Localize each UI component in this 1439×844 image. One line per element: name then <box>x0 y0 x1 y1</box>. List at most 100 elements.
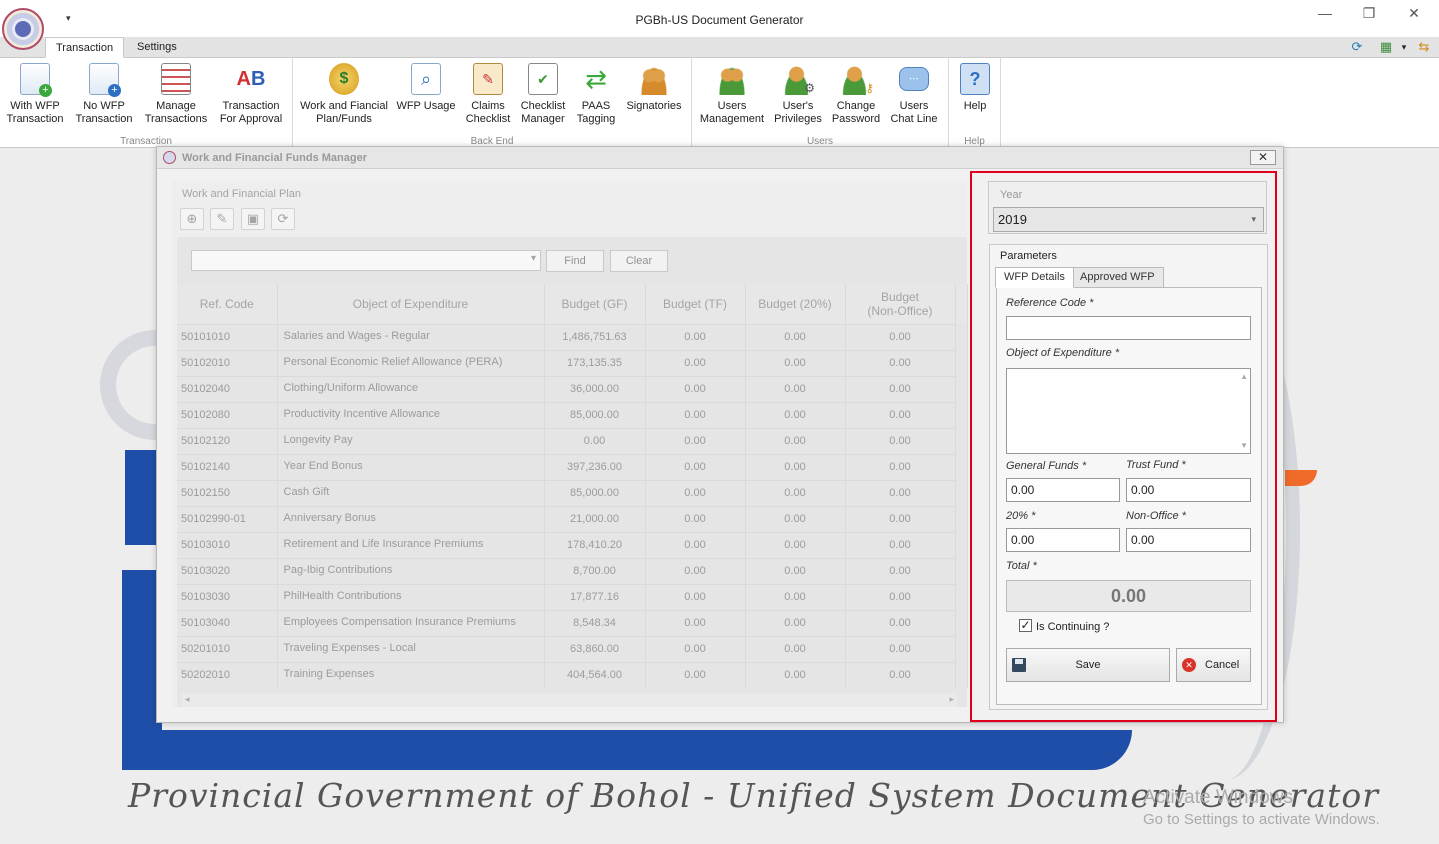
delete-button[interactable]: ▣ <box>241 208 265 230</box>
table-row[interactable]: 50102040 Clothing/Uniform Allowance 36,000… <box>177 375 968 402</box>
ribbon-group-transaction: + With WFP Transaction + No WFP Transact… <box>0 58 293 147</box>
year-select[interactable]: 2019 ▾ <box>993 207 1264 232</box>
manage-transactions-button[interactable]: Manage Transactions <box>142 61 210 126</box>
table-row[interactable]: 50102080 Productivity Incentive Allowance… <box>177 401 968 428</box>
tab-transaction[interactable]: Transaction <box>45 37 125 58</box>
users-chat-line-button[interactable]: ∙∙∙ Users Chat Line <box>886 61 942 126</box>
search-combo[interactable] <box>191 250 541 271</box>
horizontal-scrollbar[interactable]: ◂ ▸ <box>182 693 957 707</box>
table-cell: 50102080 <box>177 401 278 428</box>
parameters-group: Parameters WFP Details Approved WFP Refe… <box>989 244 1268 710</box>
claims-checklist-button[interactable]: ✎ Claims Checklist <box>461 61 515 126</box>
scrollbar-cell <box>955 506 968 532</box>
table-row[interactable]: 50102150 Cash Gift 85,000.00 0.00 0.00 0.00 <box>177 479 968 506</box>
tab-wfp-details[interactable]: WFP Details <box>995 267 1074 288</box>
add-button[interactable]: ⊕ <box>180 208 204 230</box>
table-row[interactable]: 50103040 Employees Compensation Insurance… <box>177 609 968 636</box>
column-header[interactable]: Budget (TF) <box>645 284 746 324</box>
table-row[interactable]: 50202010 Training Expenses 404,564.00 0.00 0… <box>177 661 968 688</box>
restore-button[interactable]: ❐ <box>1354 4 1384 24</box>
ribbon-button-label: Claims Checklist <box>465 100 511 125</box>
pct20-input[interactable]: 0.00 <box>1006 528 1120 552</box>
table-cell: 0.00 <box>645 479 746 506</box>
cancel-label: Cancel <box>1205 659 1240 671</box>
checklist-icon: ✔ <box>528 63 558 95</box>
transaction-for-approval-button[interactable]: AB Transaction For Approval <box>216 61 286 126</box>
refresh-skin-icon[interactable]: ⟳ <box>1349 39 1365 55</box>
table-row[interactable]: 50102140 Year End Bonus 397,236.00 0.00 0.00… <box>177 453 968 480</box>
scrollbar-cell <box>955 610 968 636</box>
activate-windows-watermark: Activate Windows Go to Settings to activ… <box>1143 787 1380 831</box>
close-button[interactable]: ✕ <box>1399 4 1429 24</box>
non-office-input[interactable]: 0.00 <box>1126 528 1251 552</box>
table-cell: Year End Bonus <box>277 453 545 480</box>
table-cell: 0.00 <box>745 375 846 402</box>
table-row[interactable]: 50201010 Traveling Expenses - Local 63,860… <box>177 635 968 662</box>
minimize-button[interactable]: — <box>1310 4 1340 24</box>
table-cell: Anniversary Bonus <box>277 505 545 532</box>
object-of-expenditure-input[interactable]: ▲ ▼ <box>1006 368 1251 454</box>
scroll-down-icon[interactable]: ▼ <box>1240 441 1248 450</box>
table-cell: 0.00 <box>745 401 846 428</box>
table-cell: 0.00 <box>544 427 646 454</box>
column-header[interactable]: Budget (Non-Office) <box>845 284 956 324</box>
scrollbar-cell <box>955 428 968 454</box>
checklist-manager-button[interactable]: ✔ Checklist Manager <box>517 61 569 126</box>
table-row[interactable]: 50103010 Retirement and Life Insurance Pr… <box>177 531 968 558</box>
column-header[interactable]: Object of Expenditure <box>277 284 545 324</box>
column-header[interactable]: Budget (GF) <box>544 284 646 324</box>
ribbon-button-label: No WFP Transaction <box>75 100 133 125</box>
reference-code-input[interactable] <box>1006 316 1251 340</box>
is-continuing-checkbox[interactable]: ✓ <box>1019 619 1032 632</box>
change-password-button[interactable]: ⚷ Change Password <box>828 61 884 126</box>
ribbon-button-label: Change Password <box>831 100 881 125</box>
table-row[interactable]: 50102990-01 Anniversary Bonus 21,000.00 0.0… <box>177 505 968 532</box>
table-row[interactable]: 50102010 Personal Economic Relief Allowan… <box>177 349 968 376</box>
table-row[interactable]: 50103030 PhilHealth Contributions 17,877.1… <box>177 583 968 610</box>
dialog-close-button[interactable]: ✕ <box>1250 150 1276 165</box>
table-cell: 0.00 <box>645 505 746 532</box>
scrollbar-cell <box>955 402 968 428</box>
tab-settings[interactable]: Settings <box>127 37 187 58</box>
scroll-up-icon[interactable]: ▲ <box>1240 372 1248 381</box>
refresh-button[interactable]: ⟳ <box>271 208 295 230</box>
table-cell: 21,000.00 <box>544 505 646 532</box>
edit-icon: ✎ <box>216 211 228 226</box>
users-privileges-button[interactable]: ⚙ User's Privileges <box>772 61 824 126</box>
no-wfp-transaction-button[interactable]: + No WFP Transaction <box>73 61 135 126</box>
save-disk-icon <box>1012 658 1026 672</box>
table-row[interactable]: 50103020 Pag-Ibig Contributions 8,700.00 0.… <box>177 557 968 584</box>
tab-approved-wfp[interactable]: Approved WFP <box>1071 267 1164 288</box>
table-cell: 0.00 <box>845 583 956 610</box>
trust-fund-input[interactable]: 0.00 <box>1126 478 1251 502</box>
table-cell: 397,236.00 <box>544 453 646 480</box>
table-cell: 0.00 <box>645 583 746 610</box>
ribbon-button-label: Transaction For Approval <box>219 100 283 125</box>
wfp-usage-button[interactable]: ⌕ WFP Usage <box>395 61 457 113</box>
table-row[interactable]: 50101010 Salaries and Wages - Regular 1,48… <box>177 323 968 350</box>
find-button[interactable]: Find <box>546 250 604 272</box>
column-header[interactable]: Budget (20%) <box>745 284 846 324</box>
help-button[interactable]: ? Help <box>953 61 997 113</box>
work-and-financial-plan-button[interactable]: $ Work and Fiancial Plan/Funds <box>299 61 389 126</box>
scrollbar-cell <box>955 480 968 506</box>
year-value: 2019 <box>998 212 1027 227</box>
edit-button[interactable]: ✎ <box>210 208 234 230</box>
ribbon-button-label: Checklist Manager <box>520 100 566 125</box>
logout-user-icon[interactable]: ⇆ <box>1416 39 1432 55</box>
ribbon-group-label: Transaction <box>120 136 172 146</box>
save-button[interactable]: Save <box>1006 648 1170 682</box>
cancel-button[interactable]: ✕ Cancel <box>1176 648 1251 682</box>
table-cell: 0.00 <box>845 635 956 662</box>
column-header[interactable]: Ref. Code <box>177 284 278 324</box>
clear-button[interactable]: Clear <box>610 250 668 272</box>
general-funds-input[interactable]: 0.00 <box>1006 478 1120 502</box>
grid-layout-icon[interactable]: ▦ <box>1378 39 1394 55</box>
signatories-button[interactable]: Signatories <box>623 61 685 113</box>
table-row[interactable]: 50102120 Longevity Pay 0.00 0.00 0.00 0.00 <box>177 427 968 454</box>
layout-dropdown-icon[interactable]: ▾ <box>1396 39 1412 55</box>
users-management-button[interactable]: Users Management <box>696 61 768 126</box>
with-wfp-transaction-button[interactable]: + With WFP Transaction <box>4 61 66 126</box>
paas-tagging-button[interactable]: ⇄ PAAS Tagging <box>571 61 621 126</box>
app-logo-seal-icon[interactable] <box>2 8 44 50</box>
